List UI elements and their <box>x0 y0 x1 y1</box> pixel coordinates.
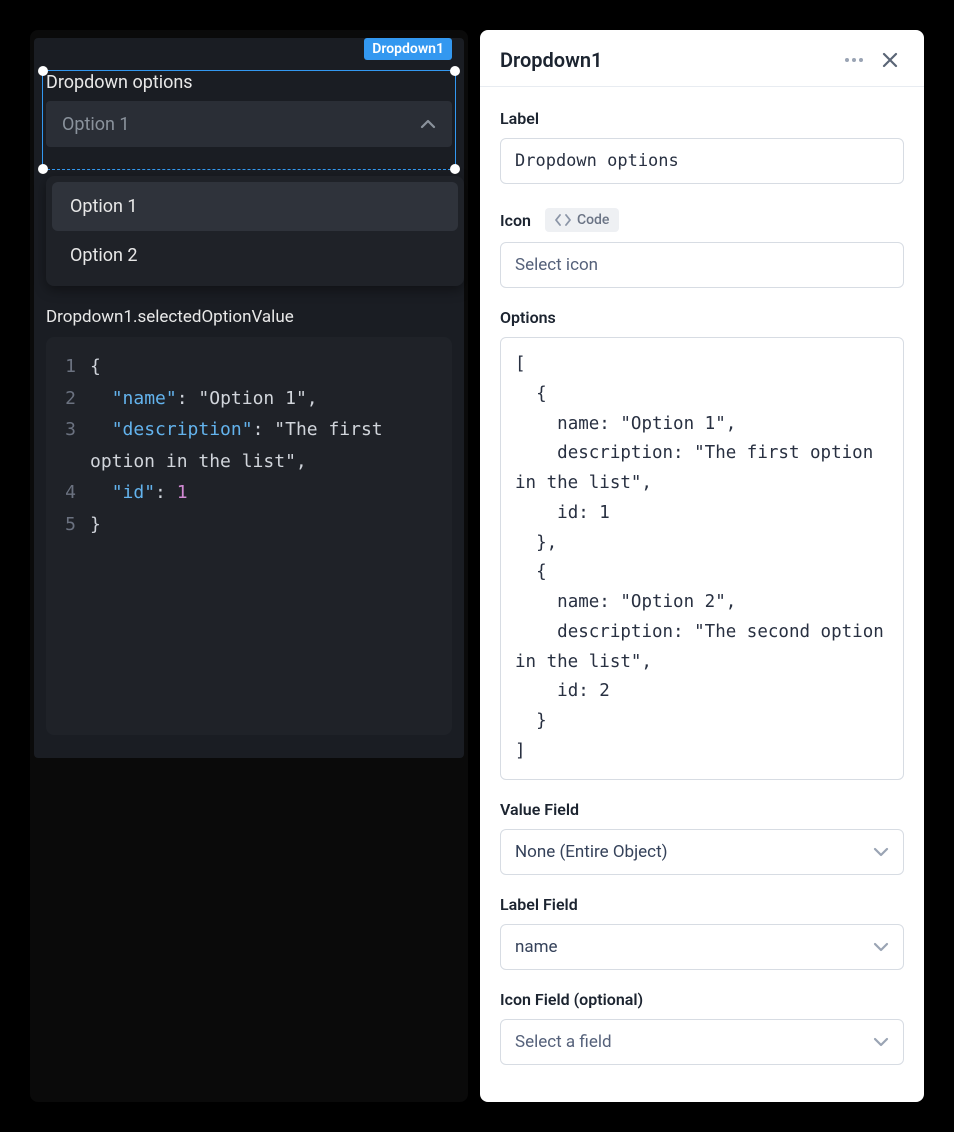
icon-field-select[interactable]: Select a field <box>500 1019 904 1065</box>
gutter-5: 5 <box>56 509 90 541</box>
section-label-icon-text: Icon <box>500 211 531 230</box>
section-label-icon: Icon Code <box>500 208 904 232</box>
code-val-name: "Option 1" <box>198 388 306 409</box>
code-key-description: "description" <box>112 419 253 440</box>
code-key-id: "id" <box>112 482 155 503</box>
canvas-panel: Dropdown1 Dropdown options Option 1 Opti… <box>30 30 468 1102</box>
chevron-down-icon <box>873 847 889 857</box>
section-label-value-field: Value Field <box>500 800 904 819</box>
label-input[interactable] <box>500 138 904 184</box>
value-field-select[interactable]: None (Entire Object) <box>500 829 904 875</box>
dropdown-option-1[interactable]: Option 1 <box>52 182 458 231</box>
chevron-up-icon <box>420 119 436 129</box>
gutter-1: 1 <box>56 351 90 383</box>
chevron-down-icon <box>873 942 889 952</box>
close-icon[interactable] <box>876 46 904 74</box>
dropdown-option-2[interactable]: Option 2 <box>52 231 458 280</box>
panel-title: Dropdown1 <box>500 48 832 72</box>
section-label-icon-field: Icon Field (optional) <box>500 990 904 1009</box>
dropdown-menu: Option 1 Option 2 <box>46 176 464 286</box>
section-label-options: Options <box>500 308 904 327</box>
code-chip[interactable]: Code <box>545 208 619 232</box>
code-brace-close: } <box>90 514 101 535</box>
code-key-name: "name" <box>112 388 177 409</box>
code-brace-open: { <box>90 356 101 377</box>
resize-handle-br[interactable] <box>450 164 460 174</box>
value-field-value: None (Entire Object) <box>515 842 668 862</box>
code-val-id: 1 <box>177 482 188 503</box>
icon-select[interactable]: Select icon <box>500 242 904 288</box>
chevron-down-icon <box>873 1037 889 1047</box>
more-icon[interactable] <box>840 46 868 74</box>
selected-value-label: Dropdown1.selectedOptionValue <box>46 307 452 327</box>
dropdown-label: Dropdown options <box>46 72 452 93</box>
panel-header: Dropdown1 <box>480 30 924 87</box>
gutter-4: 4 <box>56 477 90 509</box>
code-chip-label: Code <box>577 212 609 228</box>
resize-handle-bl[interactable] <box>38 164 48 174</box>
code-block: 1 { 2 "name": "Option 1", 3 "description… <box>46 337 452 735</box>
panel-body: Label Icon Code Select icon Options [ { … <box>480 87 924 1102</box>
section-label-label-field: Label Field <box>500 895 904 914</box>
dropdown-selected-text: Option 1 <box>62 114 130 135</box>
gutter-2: 2 <box>56 383 90 415</box>
label-field-select[interactable]: name <box>500 924 904 970</box>
icon-field-placeholder: Select a field <box>515 1032 612 1052</box>
label-field-value: name <box>515 937 558 957</box>
section-label-label: Label <box>500 109 904 128</box>
icon-select-placeholder: Select icon <box>515 255 598 275</box>
properties-panel: Dropdown1 Label Icon Code Select icon Op… <box>480 30 924 1102</box>
gutter-3: 3 <box>56 414 90 477</box>
options-textarea[interactable]: [ { name: "Option 1", description: "The … <box>500 337 904 780</box>
code-icon <box>555 214 571 226</box>
canvas-inner: Dropdown options Option 1 Option 1 Optio… <box>34 38 464 758</box>
widget-tag[interactable]: Dropdown1 <box>364 38 452 60</box>
dropdown-select[interactable]: Option 1 <box>46 101 452 147</box>
